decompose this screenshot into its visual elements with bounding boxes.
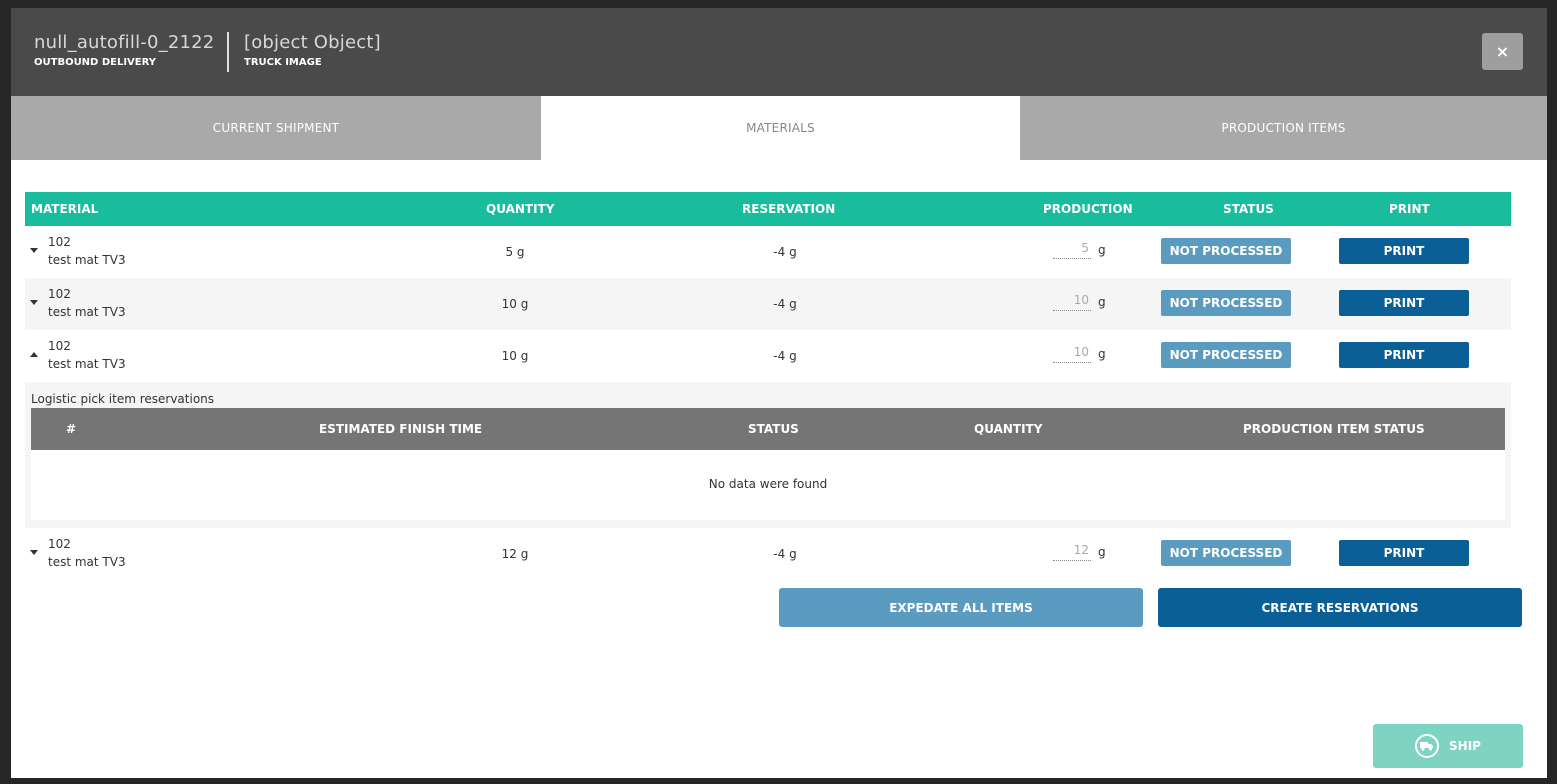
- reservations-title: Logistic pick item reservations: [31, 392, 215, 406]
- production-input[interactable]: 5: [1053, 241, 1091, 259]
- caret-down-icon[interactable]: [30, 248, 38, 253]
- caret-down-icon[interactable]: [30, 550, 38, 555]
- table-row: 102 test mat TV3 12 g -4 g 12 g NOT PROC…: [25, 528, 1511, 580]
- quantity-value: 12 g: [501, 547, 529, 561]
- caret-up-icon[interactable]: [30, 352, 38, 357]
- table-row: 102 test mat TV3 10 g -4 g 10 g NOT PROC…: [25, 278, 1511, 330]
- header-material: MATERIAL: [31, 202, 99, 216]
- ship-label: SHIP: [1449, 739, 1481, 753]
- delivery-id-block: null_autofill-0_2122 OUTBOUND DELIVERY: [34, 32, 214, 70]
- tab-current-shipment[interactable]: CURRENT SHIPMENT: [11, 96, 541, 160]
- material-number: 102: [48, 287, 71, 301]
- reservation-value: -4 g: [773, 547, 797, 561]
- header-number: #: [66, 422, 77, 436]
- header-reservation: RESERVATION: [742, 202, 836, 216]
- production-input[interactable]: 12: [1053, 543, 1091, 561]
- material-name: test mat TV3: [48, 357, 126, 371]
- material-name: test mat TV3: [48, 555, 126, 569]
- production-unit: g: [1098, 295, 1106, 309]
- header-print: PRINT: [1389, 202, 1430, 216]
- reservations-panel: Logistic pick item reservations # ESTIMA…: [25, 382, 1511, 528]
- delivery-id: null_autofill-0_2122: [34, 32, 215, 53]
- table-row: 102 test mat TV3 10 g -4 g 10 g NOT PROC…: [25, 330, 1511, 382]
- header-finish-time: ESTIMATED FINISH TIME: [319, 422, 483, 436]
- header-divider: [227, 32, 229, 72]
- header-production: PRODUCTION: [1043, 202, 1133, 216]
- header-quantity: QUANTITY: [486, 202, 555, 216]
- close-icon: ×: [1495, 42, 1510, 61]
- ship-button[interactable]: SHIP: [1373, 724, 1523, 768]
- production-input[interactable]: 10: [1053, 293, 1091, 311]
- create-reservations-button[interactable]: CREATE RESERVATIONS: [1158, 588, 1522, 627]
- material-number: 102: [48, 339, 71, 353]
- tab-materials[interactable]: MATERIALS: [541, 96, 1020, 160]
- reservations-body: No data were found: [31, 450, 1505, 520]
- print-button[interactable]: PRINT: [1339, 342, 1469, 368]
- table-header: MATERIAL QUANTITY RESERVATION PRODUCTION…: [25, 192, 1511, 226]
- expedite-all-button[interactable]: EXPEDATE ALL ITEMS: [779, 588, 1143, 627]
- reservations-header: # ESTIMATED FINISH TIME STATUS QUANTITY …: [31, 408, 1505, 450]
- production-unit: g: [1098, 243, 1106, 257]
- status-button[interactable]: NOT PROCESSED: [1161, 540, 1291, 566]
- reservation-value: -4 g: [773, 297, 797, 311]
- material-number: 102: [48, 235, 71, 249]
- truck-block: [object Object] TRUCK IMAGE: [244, 32, 381, 70]
- print-button[interactable]: PRINT: [1339, 540, 1469, 566]
- reservation-value: -4 g: [773, 349, 797, 363]
- empty-message: No data were found: [708, 477, 828, 491]
- tab-bar: CURRENT SHIPMENT MATERIALS PRODUCTION IT…: [11, 96, 1547, 160]
- header-res-status: STATUS: [748, 422, 799, 436]
- materials-table: MATERIAL QUANTITY RESERVATION PRODUCTION…: [25, 192, 1511, 580]
- truck-icon: [1415, 734, 1440, 758]
- header-status: STATUS: [1223, 202, 1274, 216]
- quantity-value: 5 g: [505, 245, 525, 259]
- print-button[interactable]: PRINT: [1339, 290, 1469, 316]
- truck-title: [object Object]: [244, 32, 381, 53]
- modal-header: null_autofill-0_2122 OUTBOUND DELIVERY […: [11, 8, 1547, 96]
- delivery-type: OUTBOUND DELIVERY: [34, 57, 157, 68]
- table-row: 102 test mat TV3 5 g -4 g 5 g NOT PROCES…: [25, 226, 1511, 278]
- status-button[interactable]: NOT PROCESSED: [1161, 238, 1291, 264]
- status-button[interactable]: NOT PROCESSED: [1161, 342, 1291, 368]
- header-res-quantity: QUANTITY: [974, 422, 1043, 436]
- reservation-value: -4 g: [773, 245, 797, 259]
- quantity-value: 10 g: [501, 297, 529, 311]
- production-input[interactable]: 10: [1053, 345, 1091, 363]
- status-button[interactable]: NOT PROCESSED: [1161, 290, 1291, 316]
- material-name: test mat TV3: [48, 305, 126, 319]
- print-button[interactable]: PRINT: [1339, 238, 1469, 264]
- tab-production-items[interactable]: PRODUCTION ITEMS: [1020, 96, 1547, 160]
- production-unit: g: [1098, 347, 1106, 361]
- close-button[interactable]: ×: [1482, 33, 1523, 70]
- quantity-value: 10 g: [501, 349, 529, 363]
- production-unit: g: [1098, 545, 1106, 559]
- header-production-status: PRODUCTION ITEM STATUS: [1243, 422, 1425, 436]
- material-name: test mat TV3: [48, 253, 126, 267]
- material-number: 102: [48, 537, 71, 551]
- caret-down-icon[interactable]: [30, 300, 38, 305]
- truck-subtitle: TRUCK IMAGE: [244, 57, 322, 68]
